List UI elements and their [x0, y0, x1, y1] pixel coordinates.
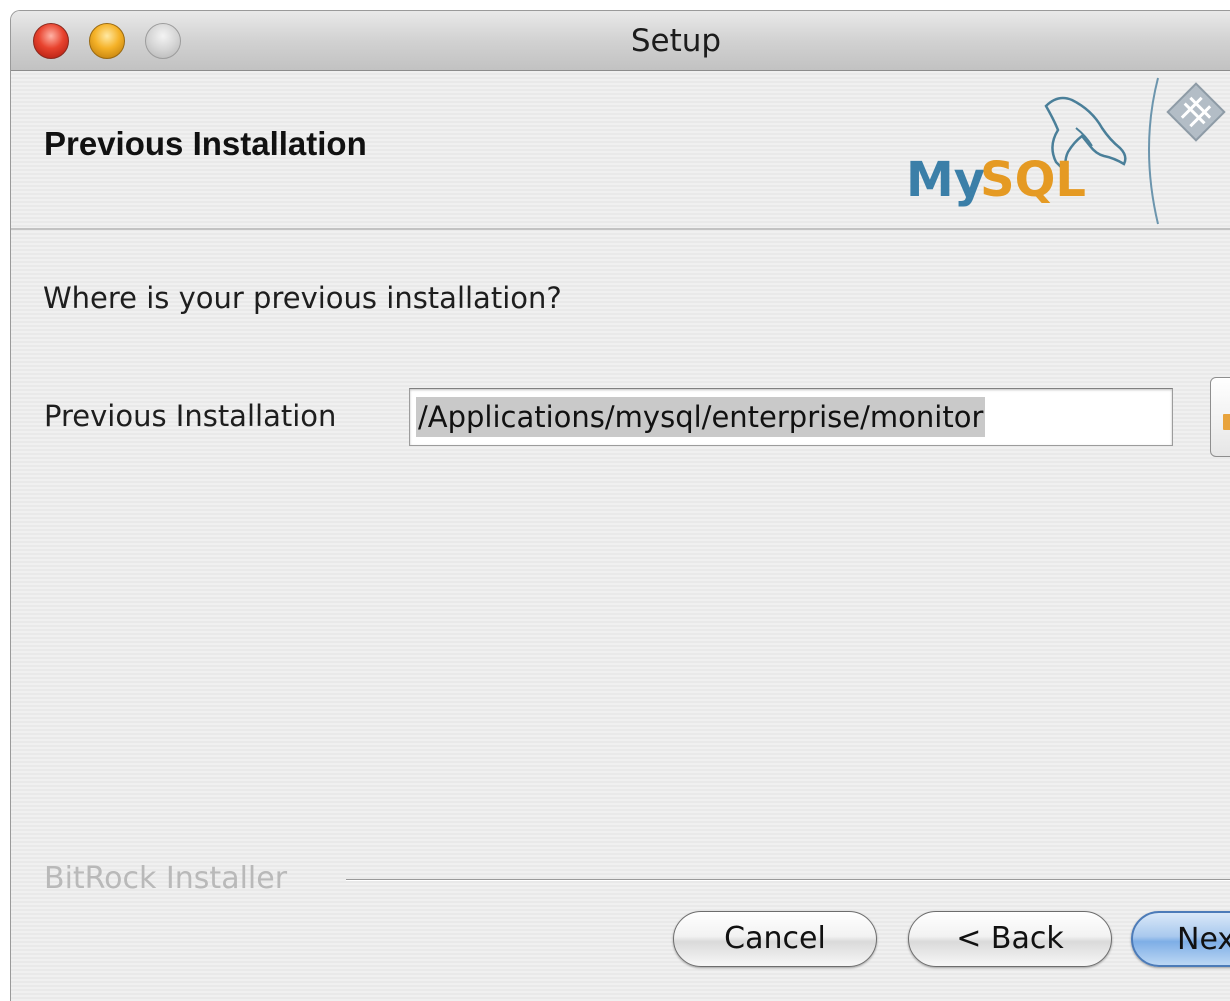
previous-installation-input[interactable]: /Applications/mysql/enterprise/monitor: [409, 388, 1173, 446]
logo-divider: [1148, 77, 1159, 225]
page-title: Previous Installation: [44, 125, 367, 162]
mysql-wordmark-sql: SQL: [980, 152, 1086, 208]
previous-installation-label: Previous Installation: [44, 399, 337, 433]
cancel-button[interactable]: Cancel: [673, 911, 877, 967]
previous-installation-value: /Applications/mysql/enterprise/monitor: [416, 397, 986, 437]
sun-diamond-logo: [1166, 82, 1226, 142]
setup-window: Setup Previous Installation My SQL Where…: [10, 10, 1230, 1001]
browse-button[interactable]: [1210, 377, 1230, 457]
footer-divider: [346, 879, 1230, 881]
title-bar: Setup: [11, 11, 1230, 71]
mysql-logo: My SQL: [906, 77, 1226, 225]
page-header: Previous Installation My SQL: [11, 72, 1230, 230]
mysql-wordmark-my: My: [906, 152, 985, 208]
installation-question: Where is your previous installation?: [43, 281, 562, 315]
next-button[interactable]: Next: [1131, 911, 1230, 967]
back-button[interactable]: < Back: [908, 911, 1112, 967]
window-title: Setup: [630, 23, 722, 59]
bitrock-installer-label: BitRock Installer: [44, 861, 288, 896]
folder-icon: [1223, 414, 1230, 430]
